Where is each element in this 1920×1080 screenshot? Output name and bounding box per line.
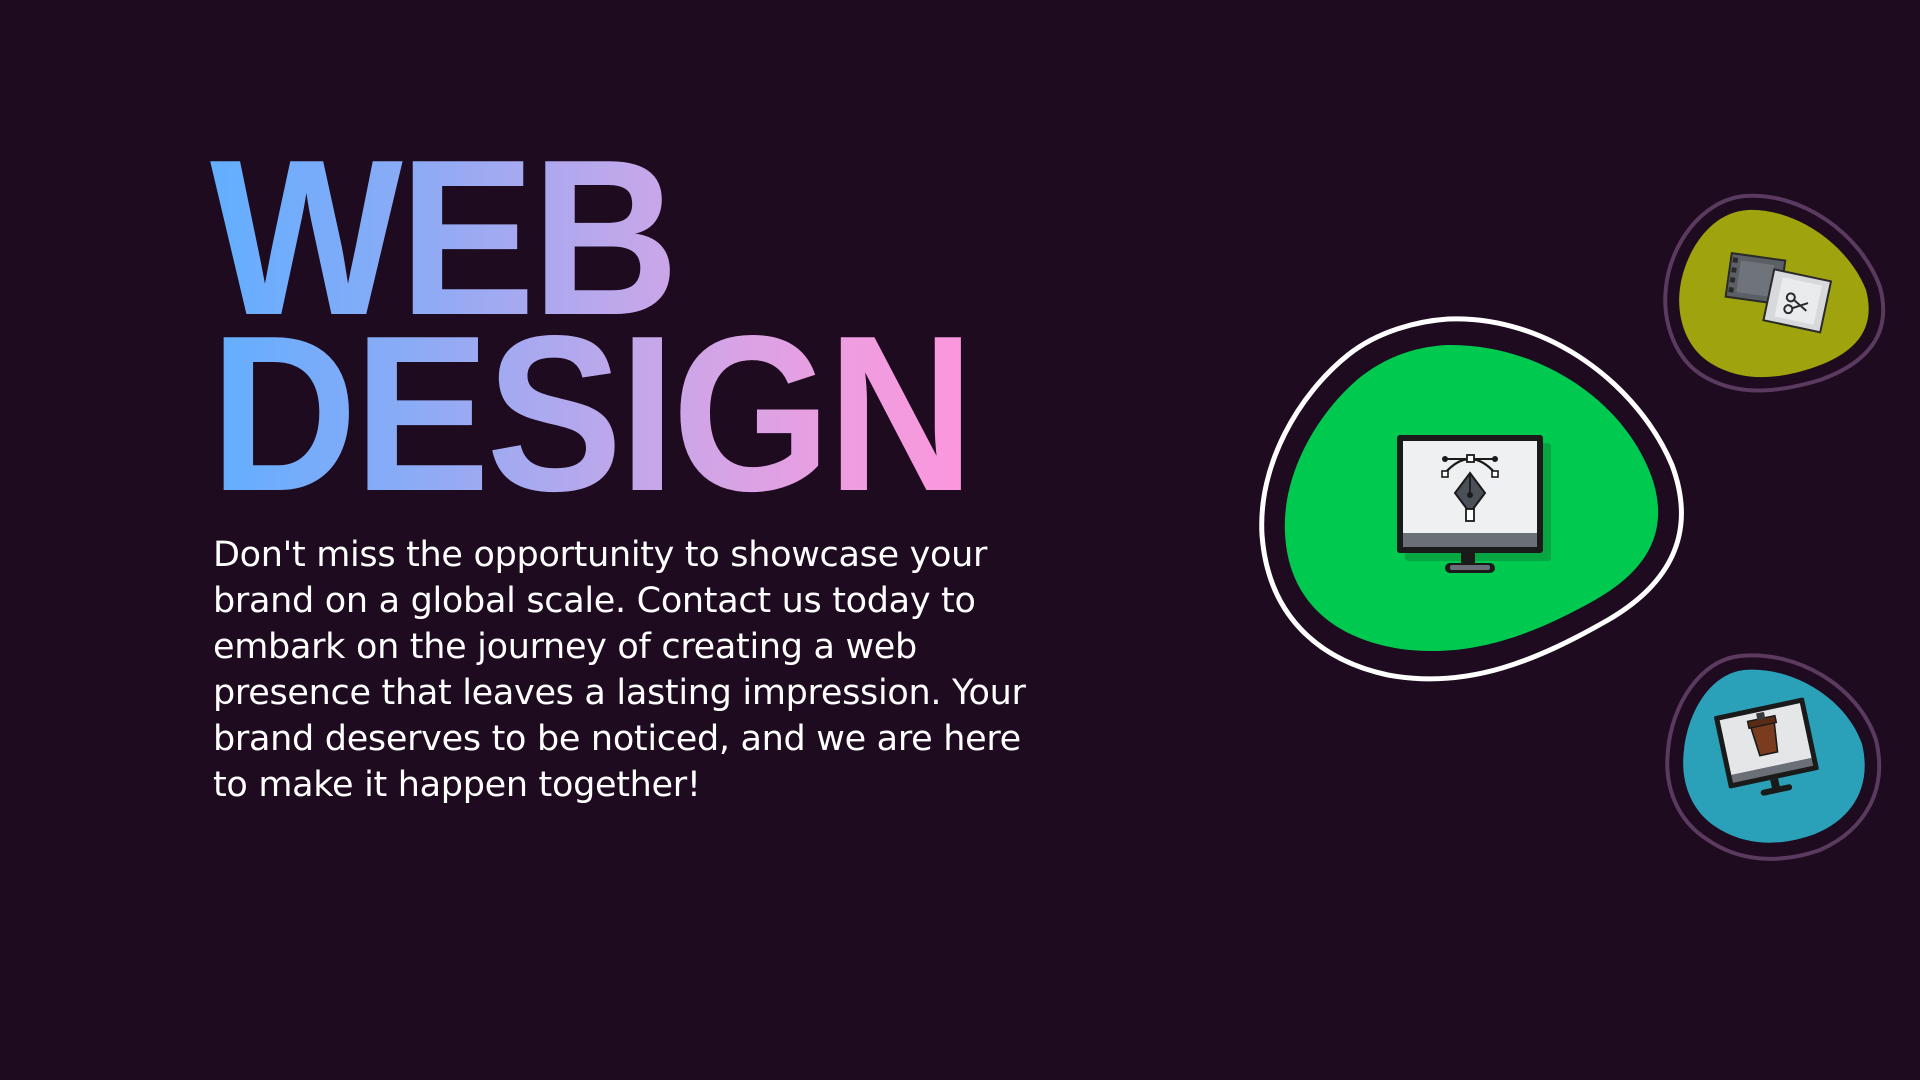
hero-description: Don't miss the opportunity to showcase y…	[213, 535, 1026, 805]
main-service-card	[1258, 315, 1690, 695]
hero-title-line-2: DESIGN	[210, 303, 1093, 525]
bottom-service-card	[1660, 650, 1890, 865]
hero-title: WEB DESIGN	[210, 127, 1093, 525]
monitor-pen-tool-icon	[1397, 435, 1551, 573]
top-service-card	[1660, 192, 1890, 397]
